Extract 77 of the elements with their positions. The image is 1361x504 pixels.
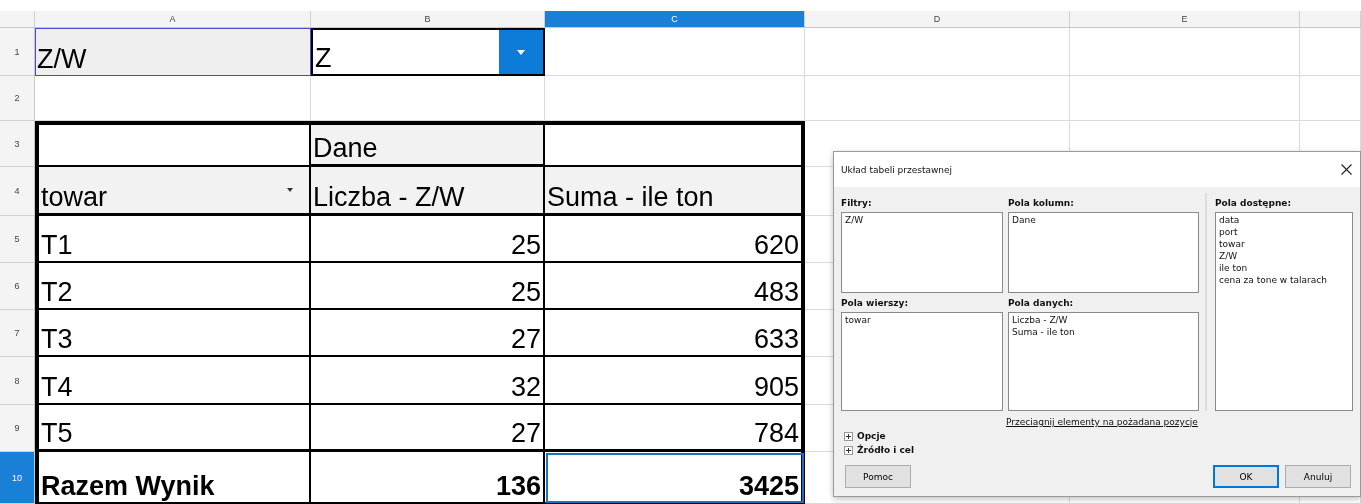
field-item[interactable]: Z/W <box>1219 251 1349 261</box>
expand-icon[interactable] <box>844 445 853 455</box>
close-icon[interactable] <box>1341 164 1352 175</box>
field-item[interactable]: port <box>1219 227 1349 237</box>
field-area-label: Filtry: <box>841 197 873 210</box>
field-area-label: Pola wierszy: <box>841 297 910 310</box>
field-area-label: Pola kolumn: <box>1008 197 1075 210</box>
table-cell[interactable]: 25 <box>311 263 545 310</box>
filters-list[interactable]: Z/W <box>841 212 1003 293</box>
field-item[interactable]: ile ton <box>1219 263 1349 273</box>
header-cell[interactable]: Suma - ile ton <box>545 167 805 216</box>
field-item[interactable]: data <box>1219 215 1349 225</box>
expander-label[interactable]: Opcje <box>857 431 886 441</box>
table-cell[interactable]: 633 <box>545 310 805 357</box>
corner-cell[interactable] <box>0 11 35 28</box>
table-cell[interactable]: T3 <box>35 310 311 357</box>
row-header[interactable]: 4 <box>0 167 35 216</box>
table-cell[interactable]: T2 <box>35 263 311 310</box>
dialog-button[interactable]: Anuluj <box>1285 465 1351 488</box>
cell-text: towar <box>41 184 108 211</box>
dialog-button[interactable]: Pomoc <box>845 465 911 488</box>
row-header[interactable]: 1 <box>0 28 35 76</box>
window-title: Układ tabeli przestawnej <box>841 164 953 175</box>
row-header[interactable]: 7 <box>0 310 35 357</box>
data-fields-list[interactable]: Liczba - Z/W Suma - ile ton <box>1008 312 1199 411</box>
table-cell[interactable]: 620 <box>545 216 805 263</box>
table-cell[interactable]: T1 <box>35 216 311 263</box>
field-item[interactable]: towar <box>1219 239 1349 249</box>
table-cell[interactable]: Razem Wynik <box>35 452 311 504</box>
hint-link[interactable]: Przeciagnij elementy na pożadana pozycje <box>1006 417 1198 427</box>
header-cell[interactable]: Dane <box>311 121 545 167</box>
field-area-label: Pola danych: <box>1008 297 1075 310</box>
table-cell[interactable]: 3425 <box>545 452 805 504</box>
caret-icon <box>517 49 525 55</box>
available-fields-list[interactable]: data port towar Z/W ile ton cena za tone w talarach <box>1215 212 1353 411</box>
table-cell[interactable]: T4 <box>35 357 311 405</box>
row-header[interactable]: 10 <box>0 452 35 504</box>
column-header[interactable]: A <box>35 11 311 28</box>
filter-dropdown[interactable]: Z <box>311 28 545 76</box>
field-item[interactable]: Z/W <box>845 215 999 225</box>
dialog-button[interactable]: OK <box>1213 465 1279 488</box>
table-cell[interactable]: 784 <box>545 405 805 452</box>
header-cell[interactable]: Liczba - Z/W <box>311 167 545 216</box>
column-header[interactable]: D <box>805 11 1070 28</box>
expander-label[interactable]: Źródło i cel <box>857 445 914 455</box>
row-header[interactable]: 5 <box>0 216 35 263</box>
table-cell[interactable]: 136 <box>311 452 545 504</box>
row-header[interactable]: 9 <box>0 405 35 452</box>
field-item[interactable]: towar <box>845 315 999 325</box>
field-area-label: Pola dostępne: <box>1215 197 1292 210</box>
table-cell[interactable]: 483 <box>545 263 805 310</box>
table-cell[interactable]: Z/W <box>35 28 311 76</box>
column-header[interactable]: E <box>1070 11 1300 28</box>
field-item[interactable]: Dane <box>1012 215 1195 225</box>
row-header[interactable]: 2 <box>0 76 35 121</box>
table-cell[interactable]: 32 <box>311 357 545 405</box>
expand-icon[interactable] <box>844 431 853 441</box>
cell-text: Z <box>315 45 332 72</box>
table-cell[interactable]: 905 <box>545 357 805 405</box>
field-item[interactable]: Liczba - Z/W <box>1012 315 1195 325</box>
dropdown-button[interactable] <box>499 30 543 74</box>
table-cell[interactable]: 25 <box>311 216 545 263</box>
table-cell[interactable]: 27 <box>311 310 545 357</box>
row-fields-list[interactable]: towar <box>841 312 1003 411</box>
column-header[interactable]: B <box>311 11 545 28</box>
column-fields-list[interactable]: Dane <box>1008 212 1199 293</box>
caret-icon[interactable] <box>287 188 293 192</box>
table-cell[interactable]: T5 <box>35 405 311 452</box>
header-cell[interactable]: towar <box>35 167 311 216</box>
row-header[interactable]: 3 <box>0 121 35 167</box>
field-item[interactable]: cena za tone w talarach <box>1219 275 1349 285</box>
row-header[interactable]: 8 <box>0 357 35 405</box>
table-cell[interactable]: 27 <box>311 405 545 452</box>
column-header[interactable]: C <box>545 11 805 28</box>
row-header[interactable]: 6 <box>0 263 35 310</box>
field-item[interactable]: Suma - ile ton <box>1012 327 1195 337</box>
column-header[interactable] <box>1300 11 1361 28</box>
